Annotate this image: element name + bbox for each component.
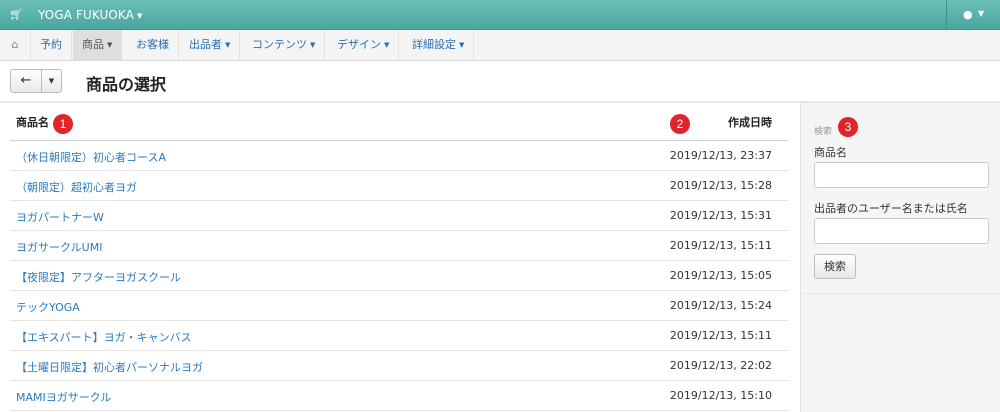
table-row: 【夜限定】アフターヨガスクール 2019/12/13, 15:05	[10, 261, 788, 291]
column-header-created[interactable]: 作成日時	[728, 108, 772, 138]
created-date: 2019/12/13, 15:11	[669, 329, 772, 342]
nav-item-contents[interactable]: コンテンツ ▼	[243, 30, 326, 60]
sidebar-divider	[801, 293, 1000, 294]
nav-label: 商品	[82, 38, 104, 51]
user-caret-icon: ▼	[978, 9, 985, 18]
annotation-badge-3: 3	[838, 117, 858, 137]
top-header-bar: 🛒︎ YOGA FUKUOKA ▼ ● ▼	[0, 0, 1000, 30]
nav-label: お客様	[136, 38, 169, 51]
seller-name-input[interactable]	[814, 218, 989, 244]
table-row: テックYOGA 2019/12/13, 15:24	[10, 291, 788, 321]
nav-label: 予約	[40, 38, 62, 51]
brand-caret-icon: ▼	[136, 12, 143, 20]
back-dropdown-button[interactable]: ▼	[42, 69, 62, 93]
nav-item-reservation[interactable]: 予約	[31, 30, 72, 60]
chevron-down-icon: ▼	[310, 41, 316, 49]
chevron-down-icon: ▼	[107, 41, 113, 49]
created-date: 2019/12/13, 22:02	[669, 359, 772, 372]
table-row: MAMIヨガサークル 2019/12/13, 15:10	[10, 381, 788, 411]
table-row: （休日朝限定）初心者コースA 2019/12/13, 23:37	[10, 141, 788, 171]
created-date: 2019/12/13, 15:05	[669, 269, 772, 282]
search-heading: 検索	[814, 127, 833, 137]
nav-label: 詳細設定	[412, 38, 456, 51]
table-row: 【土曜日限定】初心者パーソナルヨガ 2019/12/13, 22:02	[10, 351, 788, 381]
product-link[interactable]: （朝限定）超初心者ヨガ	[16, 179, 137, 195]
product-link[interactable]: （休日朝限定）初心者コースA	[16, 149, 166, 165]
back-button[interactable]: ←	[10, 69, 42, 93]
table-row: 【エキスパート】ヨガ・キャンバス 2019/12/13, 15:11	[10, 321, 788, 351]
product-name-label: 商品名	[814, 146, 847, 159]
chevron-down-icon: ▼	[384, 41, 390, 49]
product-link[interactable]: MAMIヨガサークル	[16, 389, 111, 405]
table-row: ヨガサークルUMI 2019/12/13, 15:11	[10, 231, 788, 261]
annotation-badge-2: 2	[670, 114, 690, 134]
page-title: 商品の選択	[86, 75, 167, 94]
main-nav: ⌂ 予約 商品 ▼ お客様 出品者 ▼ コンテンツ ▼ デザイン ▼ 詳細設定 ▼	[0, 30, 1000, 61]
nav-item-products[interactable]: 商品 ▼	[73, 30, 123, 60]
product-link[interactable]: ヨガパートナーW	[16, 209, 104, 225]
column-header-name[interactable]: 商品名	[16, 108, 49, 138]
seller-name-label: 出品者のユーザー名または氏名	[814, 202, 968, 215]
nav-label: コンテンツ	[252, 38, 307, 51]
nav-home[interactable]: ⌂	[0, 30, 31, 60]
user-icon: ●	[963, 8, 973, 21]
created-date: 2019/12/13, 23:37	[669, 149, 772, 162]
annotation-badge-1: 1	[53, 114, 73, 134]
home-icon: ⌂	[11, 38, 19, 51]
brand-label: YOGA FUKUOKA	[38, 8, 134, 22]
product-link[interactable]: 【土曜日限定】初心者パーソナルヨガ	[16, 359, 203, 375]
brand-dropdown[interactable]: YOGA FUKUOKA ▼	[38, 8, 142, 22]
product-link[interactable]: 【エキスパート】ヨガ・キャンバス	[16, 329, 192, 345]
product-link[interactable]: テックYOGA	[16, 299, 80, 315]
chevron-down-icon: ▼	[459, 41, 465, 49]
created-date: 2019/12/13, 15:24	[669, 299, 772, 312]
product-link[interactable]: 【夜限定】アフターヨガスクール	[16, 269, 181, 285]
created-date: 2019/12/13, 15:10	[669, 389, 772, 402]
nav-item-customers[interactable]: お客様	[127, 30, 179, 60]
caret-down-icon: ▼	[48, 77, 55, 85]
chevron-down-icon: ▼	[225, 41, 231, 49]
nav-item-sellers[interactable]: 出品者 ▼	[180, 30, 241, 60]
created-date: 2019/12/13, 15:28	[669, 179, 772, 192]
shopping-cart-icon[interactable]: 🛒︎	[9, 8, 23, 22]
main-content: 商品名 作成日時 （休日朝限定）初心者コースA 2019/12/13, 23:3…	[0, 103, 800, 412]
table-row: ヨガパートナーW 2019/12/13, 15:31	[10, 201, 788, 231]
user-menu-button[interactable]: ● ▼	[946, 0, 1000, 30]
nav-item-design[interactable]: デザイン ▼	[328, 30, 400, 60]
table-row: （朝限定）超初心者ヨガ 2019/12/13, 15:28	[10, 171, 788, 201]
search-sidebar: 検索 商品名 出品者のユーザー名または氏名 検索	[800, 103, 1000, 412]
product-link[interactable]: ヨガサークルUMI	[16, 239, 102, 255]
created-date: 2019/12/13, 15:11	[669, 239, 772, 252]
search-button[interactable]: 検索	[814, 254, 856, 279]
product-name-input[interactable]	[814, 162, 989, 188]
created-date: 2019/12/13, 15:31	[669, 209, 772, 222]
arrow-left-icon: ←	[20, 73, 32, 88]
nav-label: デザイン	[337, 38, 381, 51]
nav-item-settings[interactable]: 詳細設定 ▼	[403, 30, 475, 60]
page-title-bar: ← ▼ 商品の選択	[0, 61, 1000, 103]
back-button-group: ← ▼	[10, 69, 62, 93]
nav-label: 出品者	[189, 38, 222, 51]
